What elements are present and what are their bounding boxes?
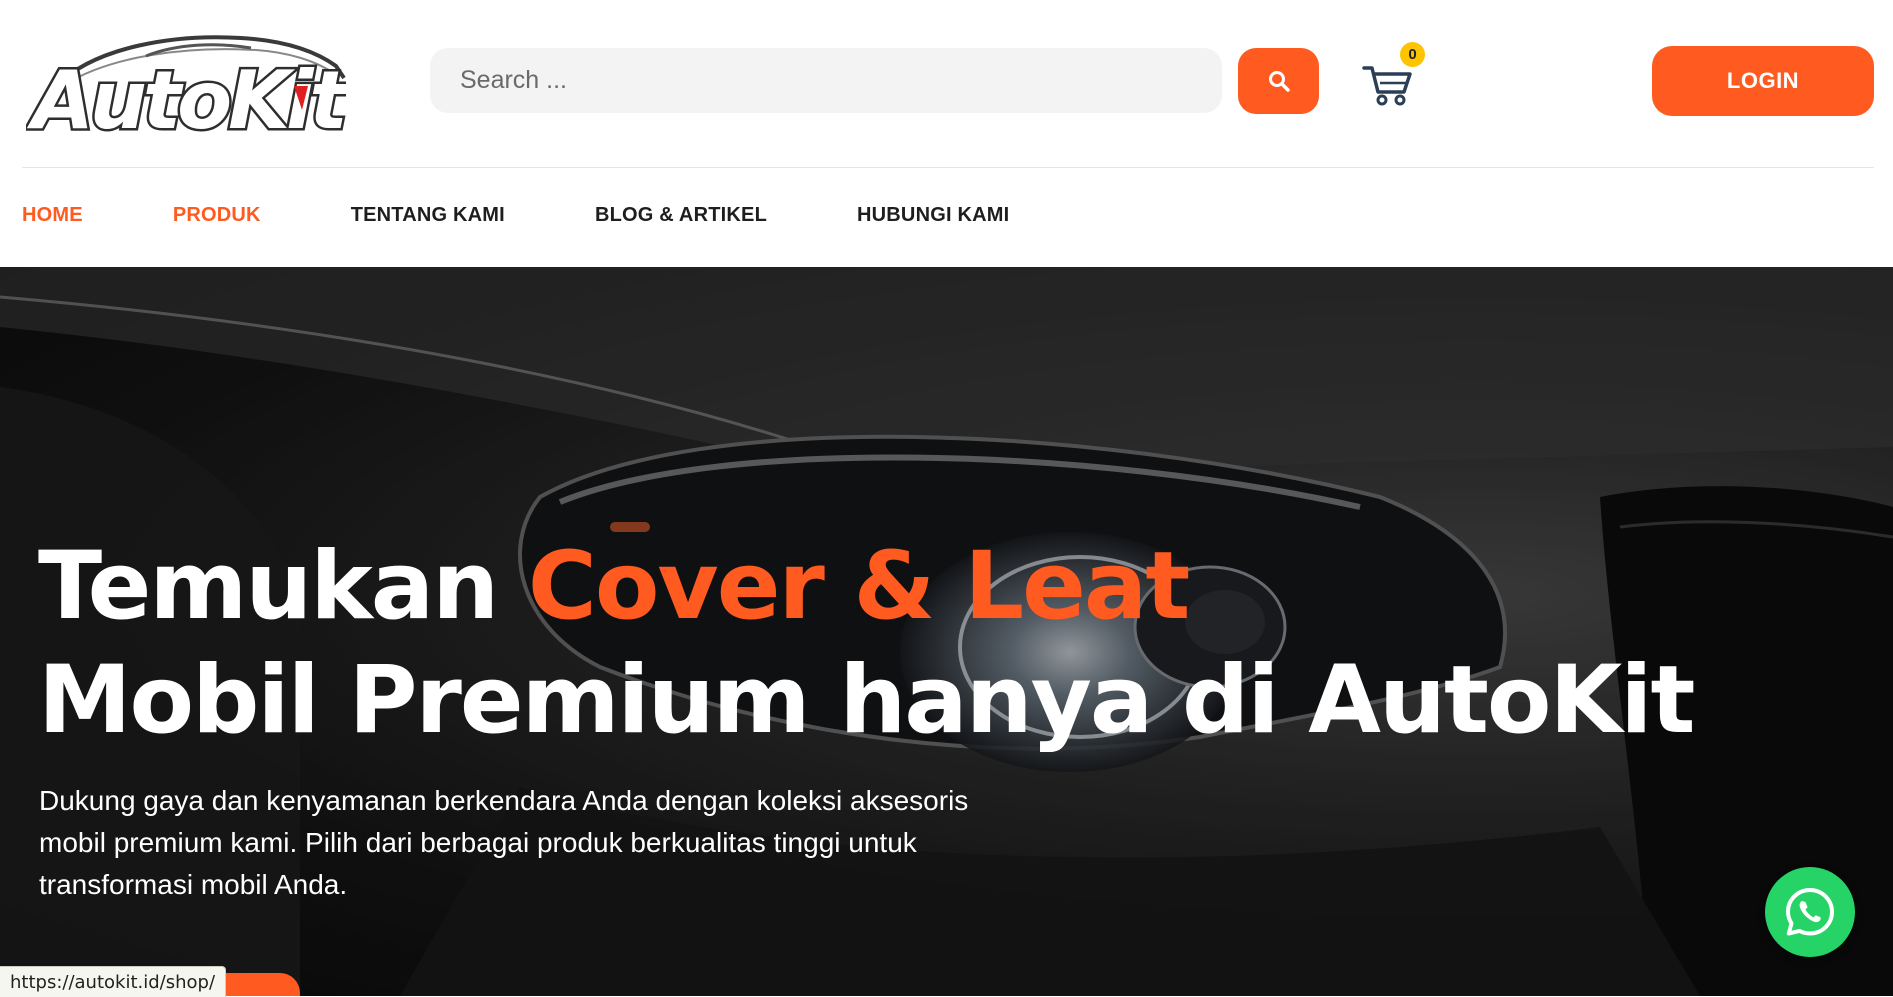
hero-heading: Temukan Cover & Leat Mobil Premium hanya … bbox=[38, 530, 1695, 758]
whatsapp-icon bbox=[1786, 888, 1834, 936]
main-nav: HOME PRODUK TENTANG KAMI BLOG & ARTIKEL … bbox=[22, 204, 1099, 234]
header-divider bbox=[22, 167, 1874, 168]
hero-description: Dukung gaya dan kenyamanan berkendara An… bbox=[39, 785, 969, 900]
hero-heading-highlight: Cover & Leat bbox=[527, 532, 1190, 641]
login-button[interactable]: LOGIN bbox=[1652, 46, 1874, 116]
search-input[interactable] bbox=[430, 48, 1222, 113]
search-box bbox=[430, 48, 1222, 113]
nav-item-home[interactable]: HOME bbox=[22, 204, 83, 234]
whatsapp-button[interactable] bbox=[1765, 867, 1855, 957]
search-icon bbox=[1268, 71, 1290, 92]
hero-heading-part1: Temukan bbox=[38, 532, 528, 641]
site-header: AutoKit 0 LOGIN HOME PRODUK TENTANG KAMI… bbox=[0, 0, 1893, 267]
search-button[interactable] bbox=[1238, 48, 1319, 114]
hero-section: Temukan Cover & Leat Mobil Premium hanya … bbox=[0, 267, 1893, 996]
nav-item-tentang-kami[interactable]: TENTANG KAMI bbox=[351, 204, 505, 234]
hero-heading-line2: Mobil Premium hanya di AutoKit bbox=[38, 646, 1695, 755]
status-bar-url: https://autokit.id/shop/ bbox=[0, 966, 227, 997]
cart-count-badge: 0 bbox=[1400, 42, 1425, 67]
autokit-logo[interactable]: AutoKit bbox=[24, 26, 357, 150]
nav-item-blog-artikel[interactable]: BLOG & ARTIKEL bbox=[595, 204, 767, 234]
nav-item-hubungi-kami[interactable]: HUBUNGI KAMI bbox=[857, 204, 1009, 234]
nav-item-produk[interactable]: PRODUK bbox=[173, 204, 261, 234]
